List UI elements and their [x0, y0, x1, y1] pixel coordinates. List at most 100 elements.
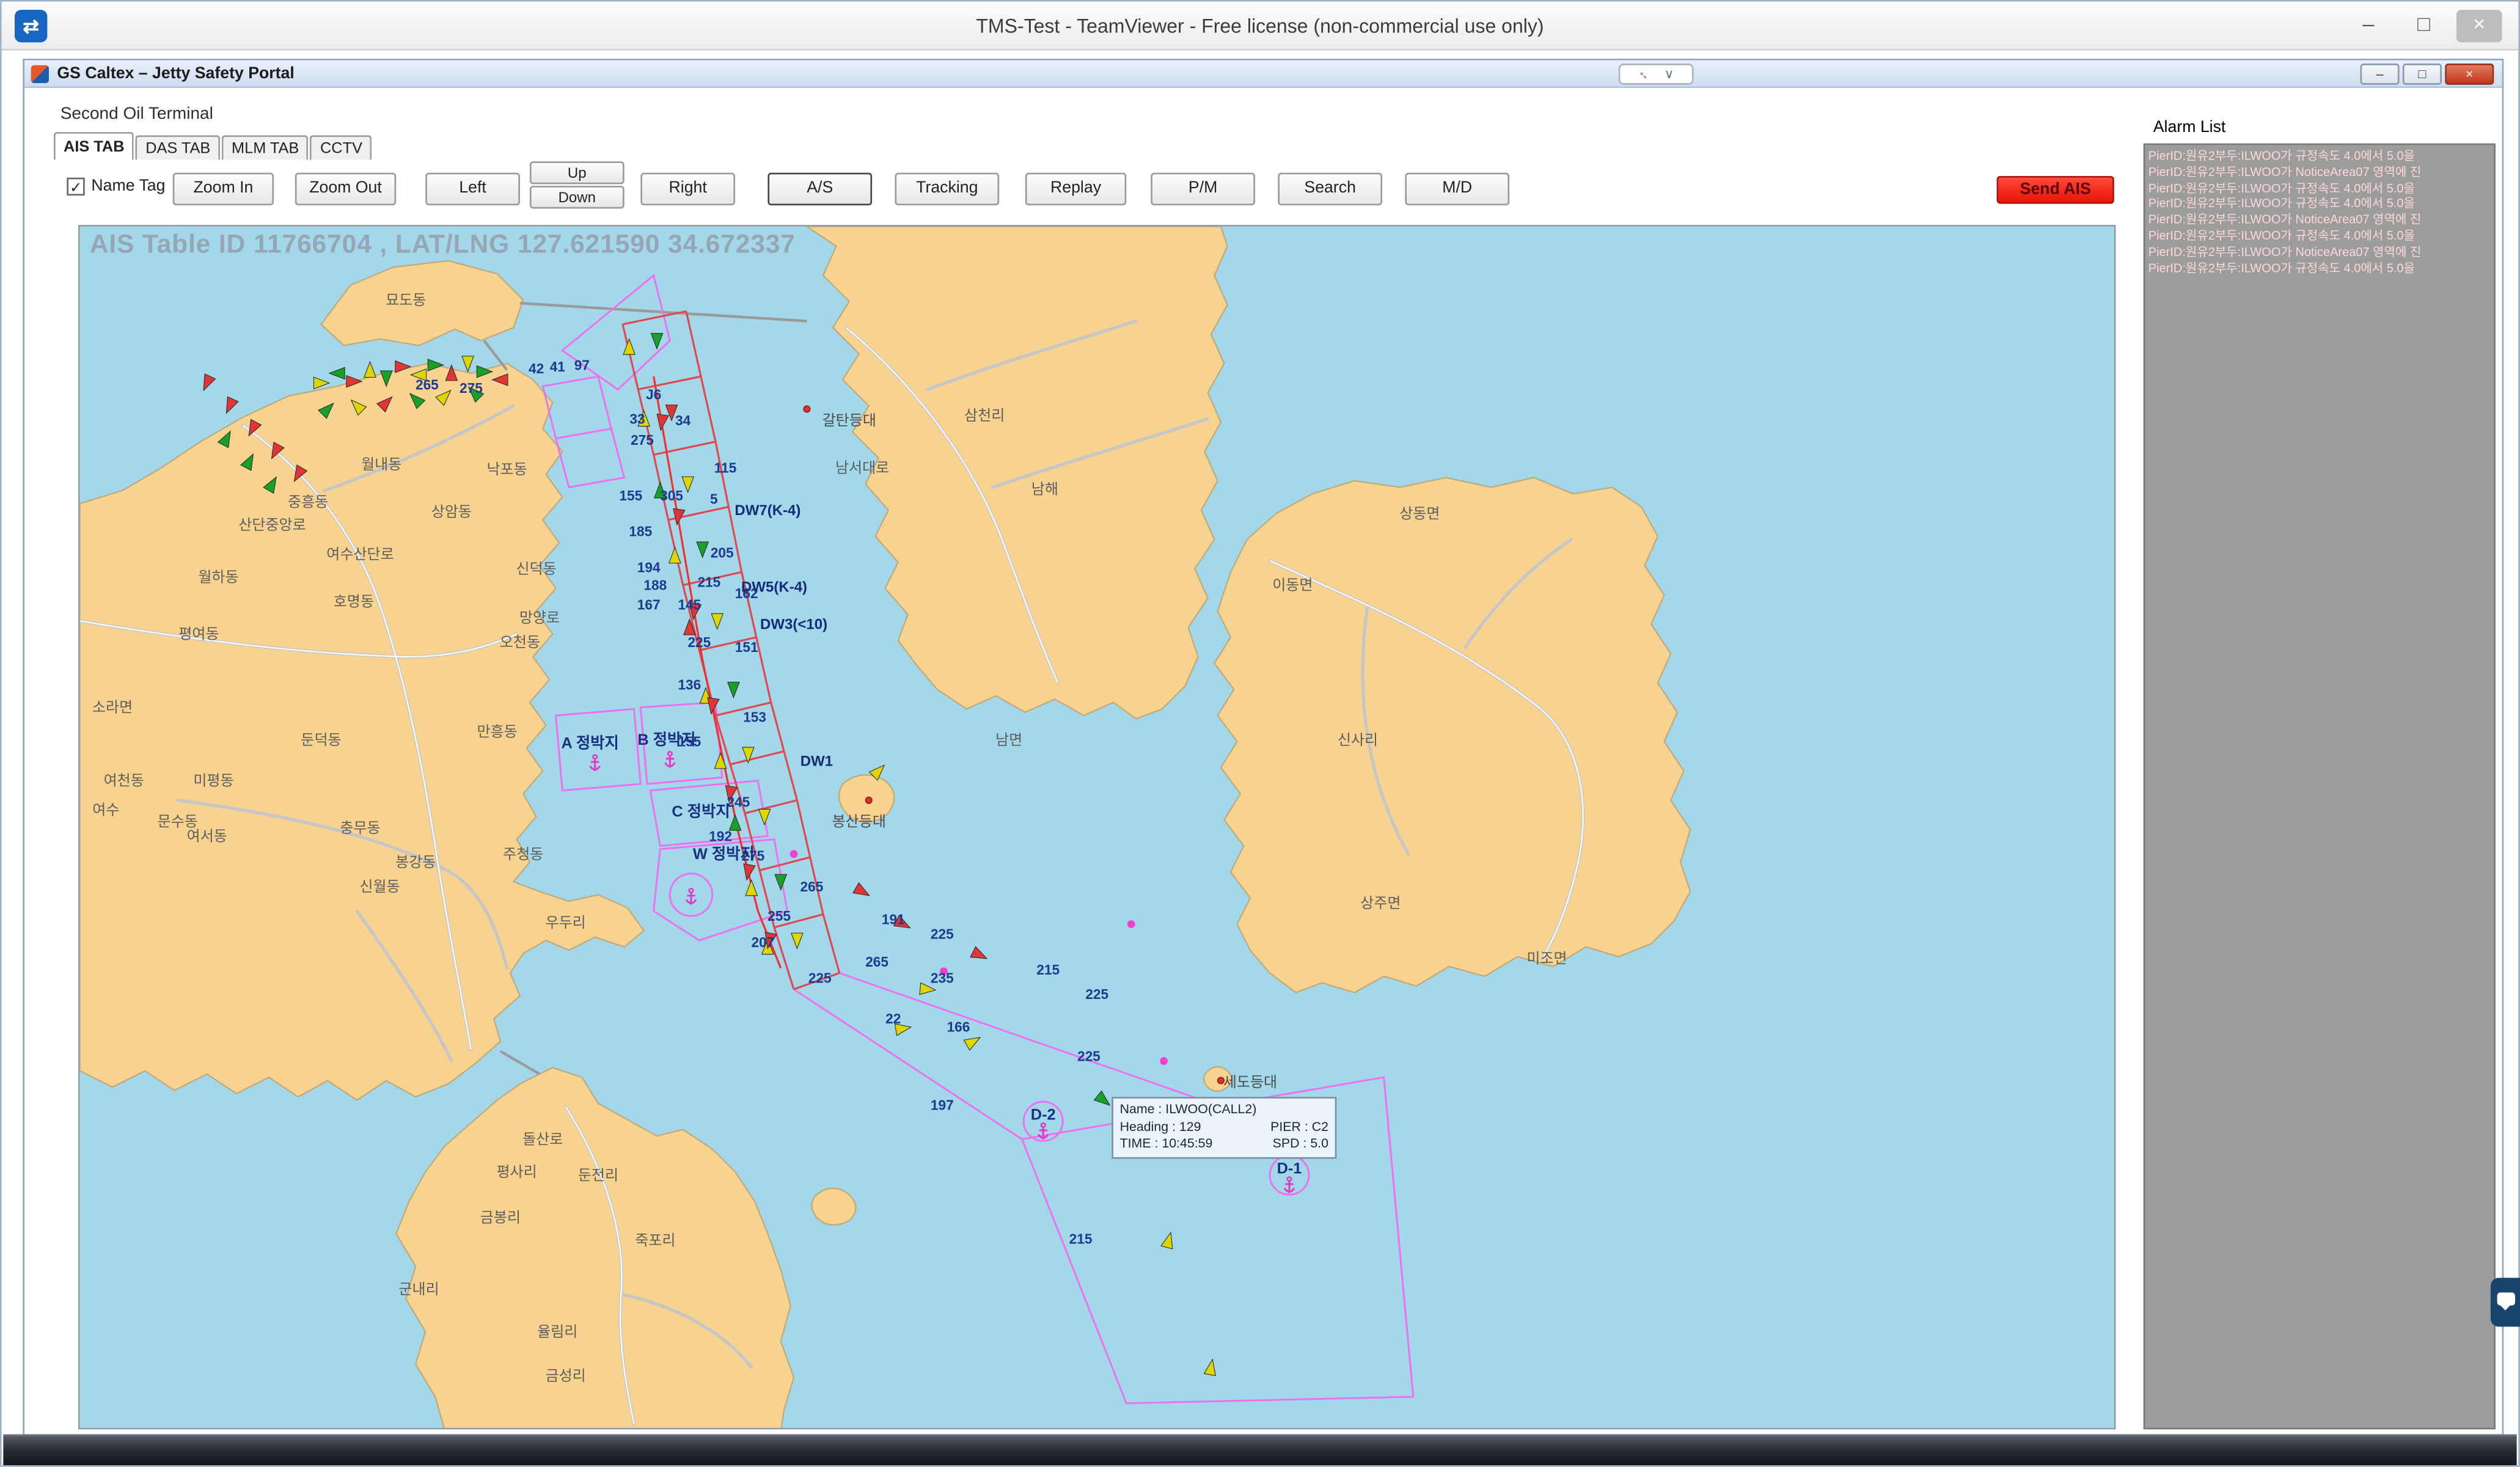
map-canvas[interactable]: 묘도동월내동낙포동중흥동산단중앙로상암동여수산단로신덕동월하동호명동망양로오천동… — [80, 227, 2116, 1430]
map-place-label: 주청동 — [503, 846, 543, 863]
map-place-label: 호명동 — [334, 593, 374, 610]
app-minimize-icon[interactable]: – — [2361, 64, 2400, 85]
tooltip-heading: Heading : 129 — [1120, 1119, 1201, 1136]
map-place-label: 봉강동 — [395, 854, 436, 871]
map-number-label: 215 — [1036, 962, 1060, 978]
map-place-label: 죽포리 — [635, 1232, 675, 1249]
alarm-entry[interactable]: PierID:원유2부두:ILWOO가 규정속도 4.0에서 5.0을 — [2148, 180, 2494, 196]
app-title: GS Caltex – Jetty Safety Portal — [57, 60, 294, 88]
map-waypoint-label: DW3(<10) — [760, 616, 827, 633]
map-place-label: 둔전리 — [578, 1167, 618, 1183]
alarm-list-title: Alarm List — [2153, 119, 2226, 137]
map-number-label: 215 — [697, 574, 720, 590]
map-number-label: 245 — [727, 794, 750, 810]
pm-button[interactable]: P/M — [1151, 173, 1255, 205]
map-place-label: 낙포동 — [486, 461, 527, 478]
map-number-label: 235 — [931, 970, 954, 986]
map-status-text: AIS Table ID 11766704 , LAT/LNG 127.6215… — [90, 232, 796, 261]
expand-icon[interactable]: ↔ — [1634, 63, 1656, 85]
vessel-dot[interactable] — [1127, 920, 1135, 928]
chevron-down-icon[interactable]: ∨ — [1665, 65, 1674, 83]
map-place-label: 상동면 — [1399, 505, 1440, 522]
alarm-list[interactable]: PierID:원유2부두:ILWOO가 규정속도 4.0에서 5.0을PierI… — [2144, 144, 2496, 1430]
windows-taskbar[interactable] — [3, 1434, 2516, 1465]
name-tag-label: Name Tag — [91, 178, 165, 196]
close-icon[interactable]: × — [2456, 10, 2502, 42]
map-number-label: 275 — [631, 432, 654, 448]
map-place-label: 문수동 — [158, 813, 198, 830]
map-number-label: 185 — [629, 524, 652, 540]
map-waypoint-label: DW5(K-4) — [741, 579, 807, 595]
pan-up-button[interactable]: Up — [530, 161, 625, 184]
alarm-entry[interactable]: PierID:원유2부두:ILWOO가 NoticeArea07 영역에 진 — [2148, 164, 2494, 180]
tab-mlm[interactable]: MLM TAB — [222, 135, 309, 159]
teamviewer-titlebar[interactable]: ⇄ TMS-Test - TeamViewer - Free license (… — [2, 2, 2519, 51]
tab-das[interactable]: DAS TAB — [136, 135, 220, 159]
zoom-in-button[interactable]: Zoom In — [173, 173, 274, 205]
lighthouse-icon — [804, 406, 810, 412]
alarm-entry[interactable]: PierID:원유2부두:ILWOO가 규정속도 4.0에서 5.0을 — [2148, 260, 2494, 276]
alarm-entry[interactable]: PierID:원유2부두:ILWOO가 규정속도 4.0에서 5.0을 — [2148, 148, 2494, 164]
name-tag-checkbox[interactable]: ✓ — [67, 178, 84, 196]
map-number-label: 22 — [885, 1011, 901, 1026]
chat-bubble-icon — [2497, 1292, 2515, 1305]
map-number-label: 225 — [1085, 986, 1108, 1002]
teamviewer-chat-icon[interactable] — [2491, 1278, 2520, 1326]
map-place-label: 율림리 — [537, 1323, 577, 1340]
pan-down-button[interactable]: Down — [530, 186, 625, 208]
map-place-label: 금성리 — [545, 1367, 585, 1384]
alarm-entry[interactable]: PierID:원유2부두:ILWOO가 규정속도 4.0에서 5.0을 — [2148, 228, 2494, 244]
tooltip-name: Name : ILWOO(CALL2) — [1120, 1102, 1328, 1119]
map-place-label: 우두리 — [545, 915, 585, 931]
map-place-label: 군내리 — [398, 1281, 439, 1298]
map-place-label: 남서대로 — [835, 460, 889, 477]
anchorage-label: B 정박지 — [637, 731, 695, 748]
app-close-icon[interactable]: × — [2445, 64, 2494, 85]
replay-button[interactable]: Replay — [1025, 173, 1126, 205]
map-place-label: 남면 — [995, 732, 1022, 748]
map-number-label: 115 — [714, 460, 737, 476]
remote-desktop: GS Caltex – Jetty Safety Portal ↔ ∨ – □ … — [3, 51, 2516, 1465]
alarm-entry[interactable]: PierID:원유2부두:ILWOO가 NoticeArea07 영역에 진 — [2148, 212, 2494, 228]
map-number-label: 255 — [767, 908, 791, 924]
map-number-label: 265 — [865, 954, 888, 970]
map-place-label: 둔덕동 — [301, 732, 341, 748]
alarm-entry[interactable]: PierID:원유2부두:ILWOO가 NoticeArea07 영역에 진 — [2148, 244, 2494, 260]
search-button[interactable]: Search — [1278, 173, 1382, 205]
map-number-label: 167 — [637, 597, 661, 613]
teamviewer-session-control[interactable]: ↔ ∨ — [1619, 64, 1694, 85]
pan-right-button[interactable]: Right — [640, 173, 735, 205]
minimize-icon[interactable]: – — [2346, 10, 2392, 42]
as-button[interactable]: A/S — [767, 173, 872, 205]
map-number-label: 166 — [947, 1019, 970, 1035]
maximize-icon[interactable]: □ — [2401, 10, 2447, 42]
map-place-label: 금봉리 — [480, 1210, 521, 1226]
map[interactable]: 묘도동월내동낙포동중흥동산단중앙로상암동여수산단로신덕동월하동호명동망양로오천동… — [78, 225, 2115, 1429]
map-place-label: 소라면 — [92, 700, 133, 716]
map-number-label: 34 — [675, 412, 691, 428]
map-number-label: J6 — [646, 387, 661, 403]
app-titlebar[interactable]: GS Caltex – Jetty Safety Portal ↔ ∨ – □ … — [24, 60, 2502, 88]
pan-left-button[interactable]: Left — [425, 173, 520, 205]
vessel-dot[interactable] — [1160, 1057, 1168, 1065]
alarm-entry[interactable]: PierID:원유2부두:ILWOO가 규정속도 4.0에서 5.0을 — [2148, 196, 2494, 212]
map-number-label: 97 — [574, 357, 590, 373]
map-number-label: 275 — [460, 380, 483, 396]
tracking-button[interactable]: Tracking — [895, 173, 999, 205]
tab-strip: AIS TAB DAS TAB MLM TAB CCTV — [54, 132, 374, 159]
map-place-label: 중흥동 — [288, 494, 328, 511]
send-ais-button[interactable]: Send AIS — [1997, 176, 2114, 203]
map-place-label: 산단중앙로 — [238, 517, 306, 533]
map-number-label: 205 — [711, 544, 734, 560]
map-number-label: 194 — [637, 559, 661, 575]
app-maximize-icon[interactable]: □ — [2403, 64, 2442, 85]
tab-cctv[interactable]: CCTV — [310, 135, 372, 159]
zoom-out-button[interactable]: Zoom Out — [295, 173, 396, 205]
tab-ais[interactable]: AIS TAB — [54, 132, 134, 159]
vessel-dot[interactable] — [790, 850, 798, 858]
map-number-label: 33 — [629, 411, 645, 427]
md-button[interactable]: M/D — [1405, 173, 1509, 205]
map-place-label: 삼천리 — [964, 408, 1005, 424]
teamviewer-window: ⇄ TMS-Test - TeamViewer - Free license (… — [0, 0, 2520, 1467]
map-place-label: 여천동 — [104, 773, 144, 789]
